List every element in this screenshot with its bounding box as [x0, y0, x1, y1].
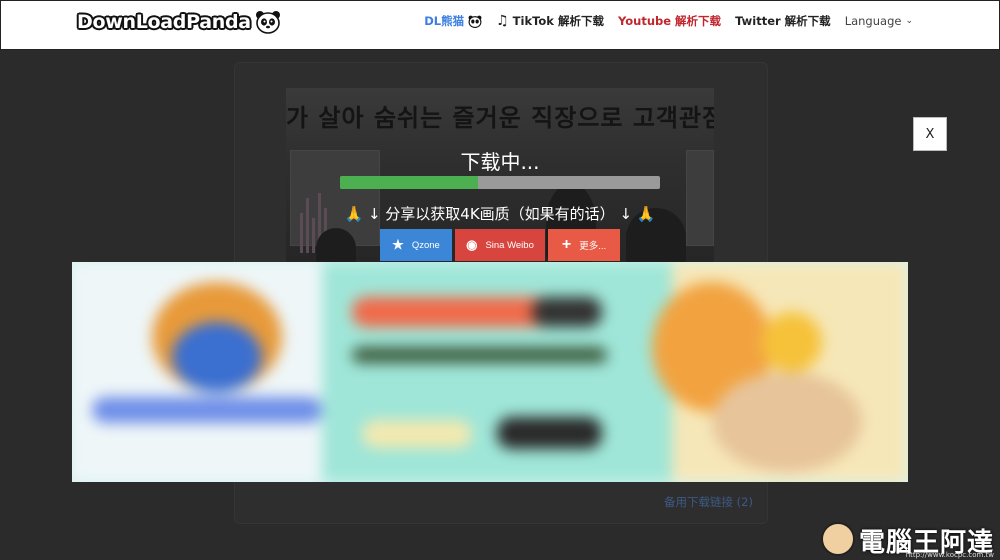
mascot-face-icon [820, 522, 855, 556]
nav-twitter[interactable]: Twitter 解析下载 [735, 13, 831, 29]
site-header: DownLoadPanda DL熊猫 ♫ TikTok 解析下载 Youtube… [0, 0, 1000, 50]
progress-fill [340, 176, 478, 189]
logo-text: DownLoadPanda [77, 11, 251, 33]
alt-download-link[interactable]: 备用下载链接 (2) [664, 494, 753, 510]
share-prompt: 🙏 ↓ 分享以获取4K画质（如果有的话） ↓ 🙏 [344, 205, 656, 223]
ad-blurred-content [72, 262, 908, 482]
download-progress-bar [340, 176, 660, 189]
ad-food-image [712, 372, 862, 472]
ad-subline [352, 347, 607, 363]
close-overlay-button[interactable]: X [913, 117, 947, 151]
download-status-title: 下载中... [460, 150, 540, 174]
language-dropdown[interactable]: Language ⌄ [845, 14, 913, 28]
advertisement-banner[interactable] [72, 262, 908, 482]
watermark-url: http://www.kocpc.com.tw [905, 551, 994, 559]
ad-food-image [762, 312, 822, 372]
ad-logo-text [92, 397, 322, 423]
ad-headline [532, 297, 602, 327]
thumbnail-person [316, 228, 356, 263]
share-weibo-button[interactable]: ◉ Sina Weibo [455, 229, 545, 261]
weibo-icon: ◉ [466, 237, 478, 252]
chevron-down-icon: ⌄ [905, 16, 913, 26]
site-logo[interactable]: DownLoadPanda [77, 9, 281, 35]
panda-logo-icon [255, 11, 280, 34]
panda-icon [468, 15, 482, 28]
nav-youtube[interactable]: Youtube 解析下载 [618, 13, 721, 29]
music-note-icon: ♫ [496, 13, 509, 29]
share-more-button[interactable]: + 更多... [548, 229, 620, 261]
main-nav: DL熊猫 ♫ TikTok 解析下载 Youtube 解析下载 Twitter … [424, 1, 913, 41]
qzone-icon: ★ [392, 237, 404, 252]
nav-tiktok[interactable]: ♫ TikTok 解析下载 [496, 13, 604, 29]
ad-mascot [172, 322, 262, 392]
ad-button-primary [362, 420, 472, 448]
plus-icon: + [561, 236, 572, 253]
thumbnail-caption: 가 살아 숨쉬는 즐거운 직장으로 고객관점서 [286, 104, 714, 132]
share-qzone-button[interactable]: ★ Qzone [380, 229, 452, 261]
nav-dl-panda[interactable]: DL熊猫 [424, 13, 482, 29]
share-buttons: ★ Qzone ◉ Sina Weibo + 更多... [380, 229, 620, 261]
ad-button-secondary [497, 417, 602, 449]
